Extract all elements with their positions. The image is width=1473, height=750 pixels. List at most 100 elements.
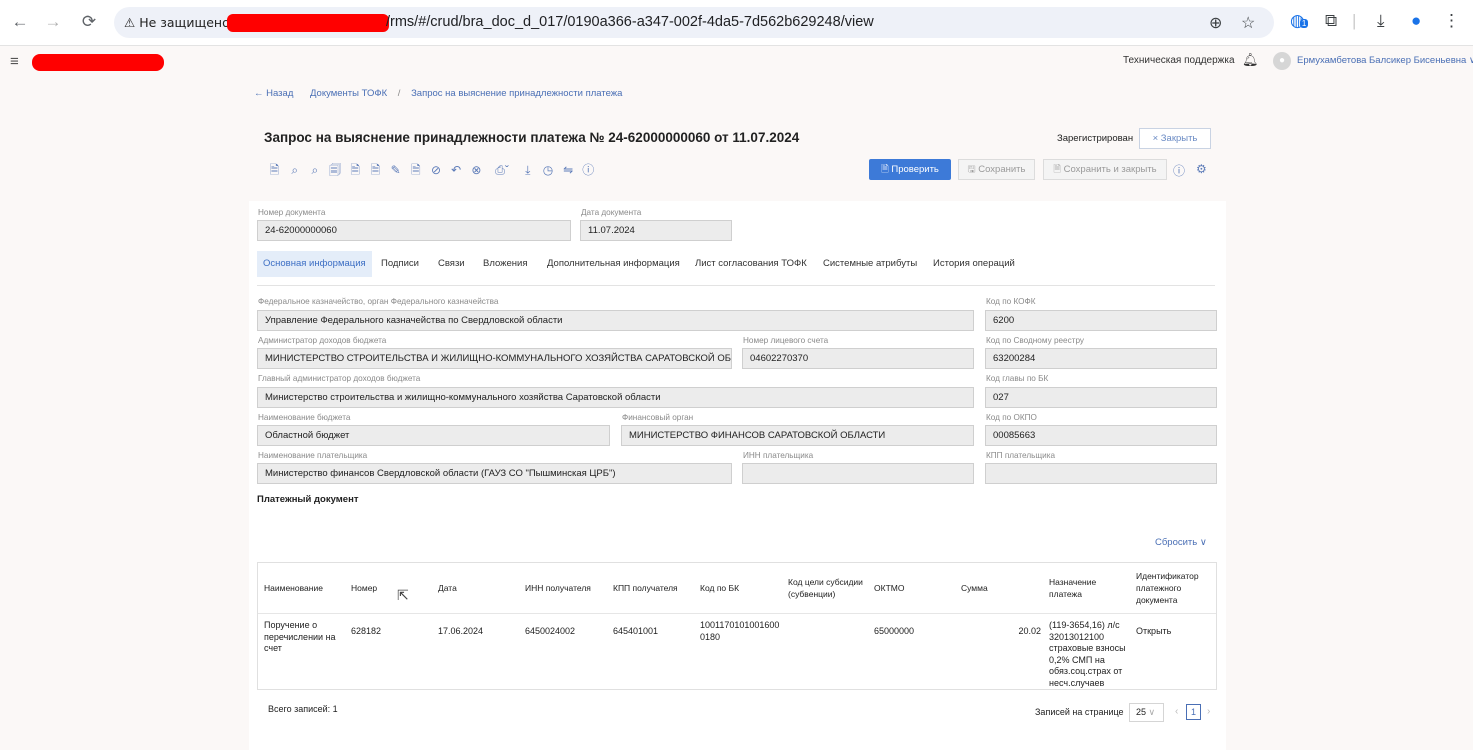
more-menu-icon[interactable]: ⋮ [1443,11,1460,31]
tab-additional-info[interactable]: Дополнительная информация [547,251,680,277]
acc-field[interactable]: 04602270370 [742,348,974,369]
forward-arrow-icon[interactable]: → [41,10,65,34]
kofk-label: Код по КОФК [986,297,1036,306]
prev-page-icon[interactable]: ‹ [1175,706,1178,717]
fk-field[interactable]: Управление Федерального казначейства по … [257,310,974,331]
check-button[interactable]: 🗎︎ Проверить [869,159,951,180]
browser-toolbar: ← → ⟳ ⚠ Не защищено /rms/#/crud/bra_doc_… [0,0,1473,46]
reestr-label: Код по Сводному реестру [986,336,1085,345]
reestr-field[interactable]: 63200284 [985,348,1217,369]
doc-export-icon[interactable]: 🗎︎ [407,161,424,182]
doc-date-label: Дата документа [581,208,642,217]
extension-icon[interactable]: ◍1 [1290,11,1309,31]
settings-gear-icon[interactable]: ⚙ [1196,162,1207,176]
bookmark-star-icon[interactable]: ☆ [1241,13,1255,33]
download-doc-icon[interactable]: ⤓ [519,163,536,178]
col-header-sum[interactable]: Сумма [961,563,1041,613]
info-icon[interactable]: ⓘ [580,161,597,178]
doc-view-icon[interactable]: 🗎︎ [347,161,364,182]
info-circle-icon[interactable]: ⓘ [1173,162,1185,179]
doc-copy-icon[interactable]: 🗐︎ [327,161,344,182]
reload-icon[interactable]: ⟳ [77,10,101,34]
main-adm-field[interactable]: Министерство строительства и жилищно-ком… [257,387,974,408]
adm-field[interactable]: МИНИСТЕРСТВО СТРОИТЕЛЬСТВА И ЖИЛИЩНО-КОМ… [257,348,732,369]
col-header-date[interactable]: Дата [438,563,518,613]
col-header-kbk[interactable]: Код по БК [700,563,780,613]
address-bar[interactable]: ⚠ Не защищено /rms/#/crud/bra_doc_d_017/… [114,7,1274,38]
profile-icon[interactable]: ● [1411,11,1421,31]
hamburger-menu-icon[interactable]: ≡ [10,53,19,70]
per-page-label: Записей на странице [1035,707,1124,717]
breadcrumb: ← Назад Документы ТОФК / Запрос на выясн… [254,88,630,99]
cell-kbk: 10011701010016000180 [700,620,780,642]
support-link[interactable]: Техническая поддержка [1123,55,1235,66]
col-header-kpp[interactable]: КПП получателя [613,563,693,613]
redacted-host [227,14,389,32]
payer-field[interactable]: Министерство финансов Свердловской облас… [257,463,732,484]
back-arrow-icon[interactable]: ← [8,10,32,34]
doc-search-alt-icon[interactable]: ⌕ [306,163,323,178]
inn-label: ИНН плательщика [743,451,814,460]
tab-links[interactable]: Связи [438,251,465,277]
okpo-field[interactable]: 00085663 [985,425,1217,446]
cell-purpose: (119-3654,16) л/с 32013012100 страховые … [1049,620,1126,688]
doc-sign-icon[interactable]: 🗎︎ [266,161,283,182]
save-and-close-button[interactable]: 🗎︎ Сохранить и закрыть [1043,159,1167,180]
fin-field[interactable]: МИНИСТЕРСТВО ФИНАНСОВ САРАТОВСКОЙ ОБЛАСТ… [621,425,974,446]
col-header-name[interactable]: Наименование [264,563,344,613]
bell-icon[interactable]: 🔔︎ [1242,52,1259,68]
user-name[interactable]: Ермухамбетова Балсикер Бисеньевна ∨ [1297,55,1473,66]
kpp-field[interactable] [985,463,1217,484]
budget-field[interactable]: Областной бюджет [257,425,610,446]
next-page-icon[interactable]: › [1207,706,1210,717]
tab-system-attributes[interactable]: Системные атрибуты [823,251,917,277]
download-icon[interactable]: ⤓ [1377,11,1385,31]
signature-icon[interactable]: ✎ [387,163,404,177]
undo-icon[interactable]: ↶ [448,163,465,177]
col-header-goal[interactable]: Код цели субсидии (субвенции) [788,563,868,613]
current-page[interactable]: 1 [1186,704,1201,720]
tab-operations-history[interactable]: История операций [933,251,1015,277]
inn-field[interactable] [742,463,974,484]
history-icon[interactable]: ◷ [539,163,556,177]
tabs-divider [257,285,1215,286]
glava-field[interactable]: 027 [985,387,1217,408]
breadcrumb-item-docs[interactable]: Документы ТОФК [310,88,387,99]
security-warning[interactable]: ⚠ Не защищено [124,15,230,30]
total-records: Всего записей: 1 [268,704,338,714]
col-header-number[interactable]: Номер [351,563,431,613]
doc-number-field[interactable]: 24-62000000060 [257,220,571,241]
print-icon[interactable]: ⎙ˇ [488,163,516,178]
cancel-icon[interactable]: ⊗ [468,163,485,177]
tab-main-info[interactable]: Основная информация [257,251,372,277]
main-adm-label: Главный администратор доходов бюджета [258,374,421,383]
reset-button[interactable]: Сбросить ∨ [1155,537,1207,548]
payment-table: Наименование Номер Дата ИНН получателя К… [257,562,1217,690]
glava-label: Код главы по БК [986,374,1049,383]
doc-edit-icon[interactable]: 🗎︎ [367,161,384,182]
close-button[interactable]: × Закрыть [1139,128,1211,149]
kofk-field[interactable]: 6200 [985,310,1217,331]
app-header: ≡ Техническая поддержка 🔔︎ ● Ермухамбето… [0,46,1473,78]
block-icon[interactable]: ⊘ [428,163,445,177]
doc-search-icon[interactable]: ⌕ [286,163,303,178]
swap-icon[interactable]: ⇋ [560,163,577,177]
puzzle-icon[interactable]: ⧉ [1325,11,1337,31]
cell-date: 17.06.2024 [438,626,484,636]
breadcrumb-item-current[interactable]: Запрос на выяснение принадлежности плате… [411,88,622,99]
col-header-identifier[interactable]: Идентификатор платежного документа [1136,563,1214,613]
cell-oktmo: 65000000 [874,626,915,636]
tab-approval-sheet[interactable]: Лист согласования ТОФК [695,251,807,277]
tab-attachments[interactable]: Вложения [483,251,528,277]
col-header-purpose[interactable]: Назначение платежа [1049,563,1127,613]
back-link[interactable]: ← Назад [254,88,293,99]
tab-signatures[interactable]: Подписи [381,251,419,277]
per-page-select[interactable]: 25 ∨ [1129,703,1164,722]
avatar[interactable]: ● [1273,52,1291,70]
save-button[interactable]: 🖫 Сохранить [958,159,1035,180]
col-header-inn[interactable]: ИНН получателя [525,563,605,613]
open-link[interactable]: Открыть [1136,626,1171,638]
doc-date-field[interactable]: 11.07.2024 [580,220,732,241]
col-header-oktmo[interactable]: ОКТМО [874,563,954,613]
zoom-icon[interactable]: ⊕ [1209,13,1222,33]
